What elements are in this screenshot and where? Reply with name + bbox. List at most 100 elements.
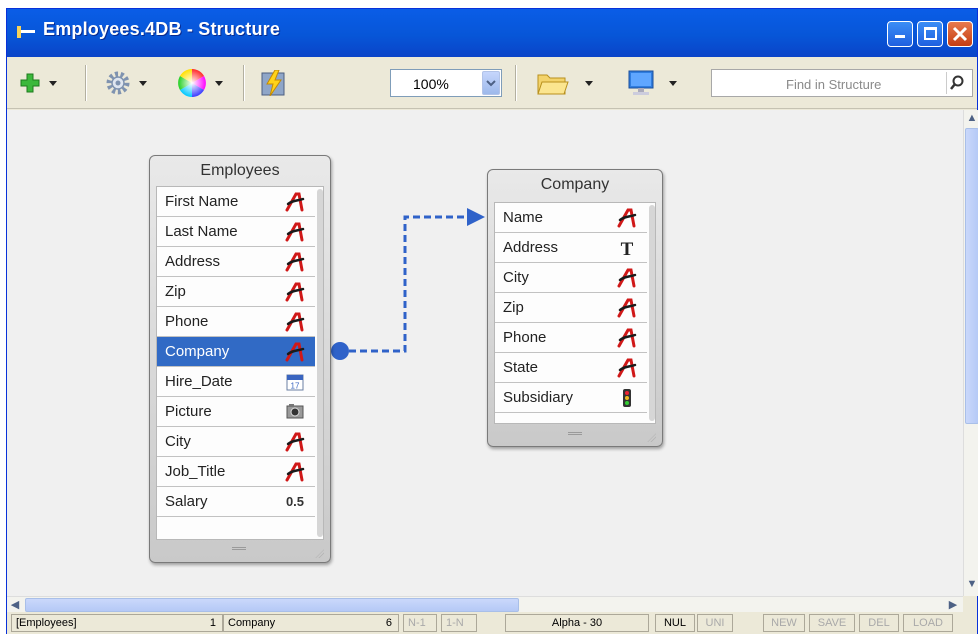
real-field-icon: 0.5	[286, 494, 304, 509]
structure-canvas[interactable]: Employees First Name Last Name Address Zip P…	[7, 110, 963, 596]
table-resize-grip[interactable]	[232, 547, 246, 550]
alpha-field-icon	[285, 252, 305, 272]
add-table-button[interactable]	[19, 69, 57, 97]
table-resize-handle[interactable]	[646, 432, 656, 442]
field-list: First Name Last Name Address Zip Phone Compan…	[156, 186, 324, 540]
maximize-button[interactable]	[917, 21, 943, 47]
search-field[interactable]: Find in Structure	[711, 69, 973, 97]
table-name: Company	[540, 176, 610, 193]
scroll-right-button[interactable]: ▶	[945, 597, 961, 613]
field-label: Phone	[165, 313, 209, 330]
field-row[interactable]: First Name	[157, 187, 315, 217]
field-row[interactable]: State	[495, 353, 647, 383]
scroll-down-button[interactable]: ▼	[964, 576, 978, 592]
close-icon	[952, 26, 968, 42]
field-row[interactable]: City	[157, 427, 315, 457]
zoom-value: 100%	[413, 76, 449, 92]
toolbar-separator	[85, 65, 86, 101]
field-row[interactable]: Salary 0.5	[157, 487, 315, 517]
status-table-number: 1	[209, 617, 216, 629]
add-icon	[20, 73, 40, 93]
field-list-scrollbar[interactable]	[649, 205, 655, 421]
vertical-scrollbar[interactable]: ▲ ▼	[963, 110, 978, 596]
field-list-scrollbar[interactable]	[317, 189, 323, 537]
field-row[interactable]: Zip	[495, 293, 647, 323]
minimize-button[interactable]	[887, 21, 913, 47]
status-field-type: Alpha - 30	[505, 614, 649, 632]
alpha-field-icon	[285, 192, 305, 212]
picture-field-icon	[286, 404, 304, 419]
field-label: City	[503, 269, 529, 286]
table-company[interactable]: Company Name Address T City Zip Phone State Sub…	[487, 169, 663, 447]
status-field-number: 6	[385, 617, 392, 629]
vertical-scroll-thumb[interactable]	[965, 128, 978, 424]
horizontal-scrollbar[interactable]: ◀ ▶	[7, 596, 963, 612]
compile-button[interactable]	[261, 69, 287, 97]
open-folder-button[interactable]	[537, 69, 593, 97]
status-field-name: Company	[228, 617, 276, 629]
field-row[interactable]: Job_Title	[157, 457, 315, 487]
status-new: NEW	[763, 614, 805, 632]
field-label: Picture	[165, 403, 212, 420]
status-del: DEL	[859, 614, 899, 632]
field-row[interactable]: Address	[157, 247, 315, 277]
horizontal-scroll-thumb[interactable]	[25, 598, 519, 612]
field-label: Subsidiary	[503, 389, 574, 406]
field-label: Address	[503, 239, 559, 256]
status-nul: NUL	[655, 614, 695, 632]
table-resize-grip[interactable]	[568, 432, 582, 435]
field-row[interactable]: Company	[157, 337, 315, 367]
color-button[interactable]	[177, 69, 223, 97]
field-label: Name	[503, 209, 544, 226]
field-label: Last Name	[165, 223, 238, 240]
real-icon-text: 0.5	[286, 494, 304, 509]
field-row[interactable]: Phone	[495, 323, 647, 353]
text-field-icon: T	[621, 239, 634, 258]
scroll-left-button[interactable]: ◀	[7, 597, 23, 613]
toolbar: 100% Find in Structure	[7, 57, 977, 109]
field-row[interactable]: Address T	[495, 233, 647, 263]
structure-app-icon	[17, 26, 35, 38]
alpha-field-icon	[617, 328, 637, 348]
color-wheel-icon	[178, 69, 206, 97]
gear-icon	[106, 71, 130, 95]
settings-button[interactable]	[105, 69, 147, 97]
window-title: Employees.4DB - Structure	[43, 19, 281, 39]
field-label: Hire_Date	[165, 373, 233, 390]
compile-icon	[261, 70, 285, 96]
title-bar[interactable]: Employees.4DB - Structure	[7, 9, 977, 57]
status-1n: 1-N	[441, 614, 477, 632]
zoom-select[interactable]: 100%	[390, 69, 502, 97]
field-row[interactable]: Picture	[157, 397, 315, 427]
field-row[interactable]: Name	[495, 203, 647, 233]
monitor-icon	[628, 70, 654, 95]
field-label: State	[503, 359, 539, 376]
display-button[interactable]	[627, 69, 677, 97]
status-table-name: [Employees]	[16, 617, 77, 629]
table-name: Employees	[200, 162, 280, 179]
field-row[interactable]: Hire_Date 17	[157, 367, 315, 397]
table-resize-handle[interactable]	[314, 548, 324, 558]
field-row[interactable]: Last Name	[157, 217, 315, 247]
date-field-icon: 17	[286, 374, 304, 391]
field-row[interactable]: Phone	[157, 307, 315, 337]
field-row[interactable]: Subsidiary	[495, 383, 647, 413]
status-n1: N-1	[403, 614, 437, 632]
status-save: SAVE	[809, 614, 855, 632]
field-label: City	[165, 433, 191, 450]
field-label: Zip	[165, 283, 186, 300]
search-button[interactable]	[946, 72, 970, 94]
table-employees[interactable]: Employees First Name Last Name Address Zip P…	[149, 155, 331, 563]
field-label: Company	[165, 343, 230, 360]
field-row[interactable]: City	[495, 263, 647, 293]
field-list: Name Address T City Zip Phone State Subsidiary	[494, 202, 656, 424]
field-row[interactable]: Zip	[157, 277, 315, 307]
toolbar-separator	[243, 65, 244, 101]
date-icon-text: 17	[291, 382, 300, 391]
zoom-dropdown-button[interactable]	[482, 71, 500, 95]
boolean-field-icon	[623, 389, 631, 407]
alpha-field-icon	[285, 342, 305, 362]
scroll-up-button[interactable]: ▲	[964, 110, 978, 126]
alpha-field-icon	[617, 298, 637, 318]
close-button[interactable]	[947, 21, 973, 47]
